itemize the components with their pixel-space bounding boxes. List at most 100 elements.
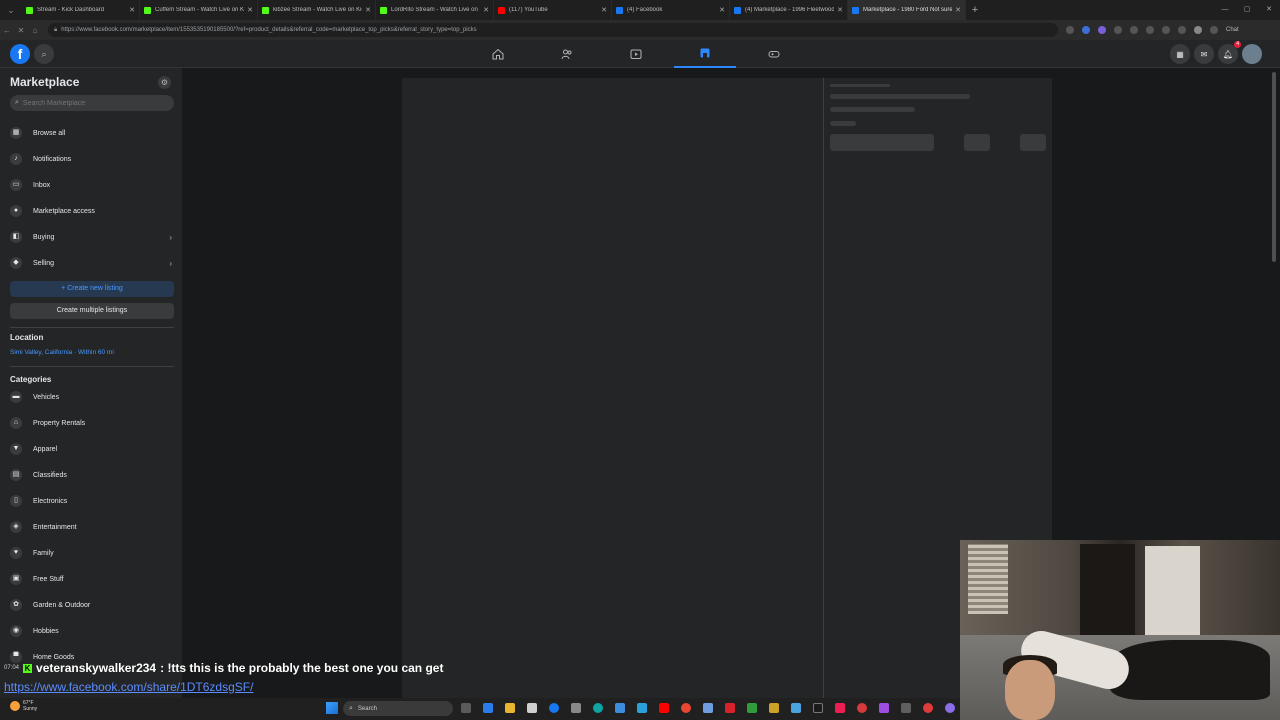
sidebar-item[interactable]: ◆ Selling ›	[10, 253, 174, 273]
store-app-icon[interactable]	[527, 703, 537, 713]
tab-close-icon[interactable]: ✕	[365, 6, 371, 14]
sidebar-item-label: Buying	[33, 233, 55, 241]
tab-close-icon[interactable]: ✕	[601, 6, 607, 14]
sidebar-item[interactable]: ♥ Family	[10, 543, 174, 563]
edge-icon[interactable]	[593, 703, 603, 713]
download-icon[interactable]	[1178, 26, 1186, 34]
sidebar-item[interactable]: ▦ Browse all	[10, 123, 174, 143]
tab-close-icon[interactable]: ✕	[483, 6, 489, 14]
app-icon[interactable]	[923, 703, 933, 713]
browser-tab[interactable]: (4) Facebook ✕	[612, 0, 730, 20]
home-icon[interactable]	[467, 40, 529, 68]
friends-icon[interactable]	[536, 40, 598, 68]
sidebar-item[interactable]: ▯ Electronics	[10, 491, 174, 511]
extension-icon[interactable]	[1130, 26, 1138, 34]
app-icon[interactable]	[879, 703, 889, 713]
sidebar-item[interactable]: ● Marketplace access	[10, 201, 174, 221]
notifications-bell-icon[interactable]: 🔔︎ 4	[1218, 41, 1241, 64]
sidebar-item[interactable]: ◧ Buying ›	[10, 227, 174, 247]
sidebar-item[interactable]: ▤ Classifieds	[10, 465, 174, 485]
facebook-app-icon[interactable]	[549, 703, 559, 713]
tab-close-icon[interactable]: ✕	[719, 6, 725, 14]
telegram-icon[interactable]	[637, 703, 647, 713]
browser-tab[interactable]: Marketplace - 1980 Ford Not sure ✕	[848, 0, 966, 20]
app-icon[interactable]	[615, 703, 625, 713]
store-icon: ▦	[10, 127, 22, 139]
taskbar-search[interactable]: ⌕ Search	[343, 701, 453, 716]
search-icon[interactable]: ⌕	[34, 44, 54, 64]
avatar[interactable]	[1242, 44, 1262, 64]
gaming-icon[interactable]	[743, 40, 805, 68]
tiktok-icon[interactable]	[835, 703, 845, 713]
messenger-icon[interactable]: ✉︎	[1194, 44, 1214, 64]
chrome-icon[interactable]	[681, 703, 691, 713]
home-browser-icon[interactable]: ⌂	[28, 26, 42, 35]
sidebar-item[interactable]: ◈ Entertainment	[10, 517, 174, 537]
app-icon[interactable]	[857, 703, 867, 713]
new-tab-button[interactable]: +	[966, 4, 984, 16]
search-icon: ⌕	[349, 704, 353, 712]
app-icon[interactable]	[945, 703, 955, 713]
scrollbar[interactable]	[1272, 72, 1276, 262]
back-icon[interactable]: ←	[0, 26, 14, 35]
profile-icon[interactable]	[1194, 26, 1202, 34]
chat-button[interactable]: Chat	[1226, 27, 1239, 33]
extension-icon[interactable]	[1098, 26, 1106, 34]
favorites-icon[interactable]	[1146, 26, 1154, 34]
tab-close-icon[interactable]: ✕	[837, 6, 843, 14]
search-input[interactable]	[22, 99, 163, 107]
sidebar-item[interactable]: ✿ Garden & Outdoor	[10, 595, 174, 615]
browser-tab[interactable]: Cuffem Stream - Watch Live on Kick ✕	[140, 0, 258, 20]
app-icon[interactable]	[571, 703, 581, 713]
weather-widget[interactable]: 67°F Sunny	[10, 700, 37, 712]
sidebar-item[interactable]: ⌂ Property Rentals	[10, 413, 174, 433]
app-icon[interactable]	[769, 703, 779, 713]
youtube-icon[interactable]	[659, 703, 669, 713]
create-listing-button[interactable]: + Create new listing	[10, 281, 174, 297]
sidebar-item[interactable]: ◉ Hobbies	[10, 621, 174, 641]
facebook-logo[interactable]: f	[10, 44, 30, 64]
menu-grid-icon[interactable]: ▦	[1170, 44, 1190, 64]
task-view-icon[interactable]	[461, 703, 471, 713]
close-window-icon[interactable]: ✕	[1258, 0, 1280, 20]
browser-tab[interactable]: LordRito Stream - Watch Live on Kick✕	[376, 0, 494, 20]
marketplace-search[interactable]: ⌕	[10, 95, 174, 111]
chat-timestamp: 07:04	[4, 665, 20, 671]
tab-close-icon[interactable]: ✕	[955, 6, 961, 14]
sidebar-item[interactable]: ▼ Apparel	[10, 439, 174, 459]
browser-tab[interactable]: kibzee Stream - Watch Live on Kick ✕	[258, 0, 376, 20]
reload-icon[interactable]: ✕	[14, 26, 28, 35]
marketplace-icon[interactable]	[674, 40, 736, 68]
maximize-icon[interactable]: ▢	[1236, 0, 1258, 20]
sidebar-item[interactable]: ▬ Vehicles	[10, 387, 174, 407]
minimize-icon[interactable]: —	[1214, 0, 1236, 20]
gear-icon[interactable]: ⚙︎	[158, 76, 171, 89]
extension-icon[interactable]	[1082, 26, 1090, 34]
star-icon[interactable]	[1066, 26, 1074, 34]
file-explorer-icon[interactable]	[505, 703, 515, 713]
capcut-icon[interactable]	[813, 703, 823, 713]
browser-tab[interactable]: (117) YouTube ✕	[494, 0, 612, 20]
sidebar-item[interactable]: ▣ Free Stuff	[10, 569, 174, 589]
location-link[interactable]: Simi Valley, California · Within 60 mi	[10, 349, 114, 356]
video-icon[interactable]	[605, 40, 667, 68]
create-multiple-listings-button[interactable]: Create multiple listings	[10, 303, 174, 319]
url-field[interactable]: 🔒︎ https://www.facebook.com/marketplace/…	[48, 23, 1058, 37]
app-icon[interactable]	[791, 703, 801, 713]
sidebar-item[interactable]: ♪ Notifications	[10, 149, 174, 169]
tab-close-icon[interactable]: ✕	[129, 6, 135, 14]
windows-start-icon[interactable]	[326, 702, 338, 714]
tab-close-icon[interactable]: ✕	[247, 6, 253, 14]
sidebar-item[interactable]: ▭ Inbox	[10, 175, 174, 195]
xbox-icon[interactable]	[747, 703, 757, 713]
app-icon[interactable]	[703, 703, 713, 713]
adobe-icon[interactable]	[725, 703, 735, 713]
more-icon[interactable]	[1210, 26, 1218, 34]
extension-icon[interactable]	[1114, 26, 1122, 34]
app-icon[interactable]	[901, 703, 911, 713]
browser-tab[interactable]: (4) Marketplace - 1996 Fleetwood ✕	[730, 0, 848, 20]
browser-tab[interactable]: Stream - Kick Dashboard ✕	[22, 0, 140, 20]
copilot-icon[interactable]	[483, 703, 493, 713]
shield-icon[interactable]	[1162, 26, 1170, 34]
tab-menu-icon[interactable]: ⌄	[0, 0, 22, 20]
